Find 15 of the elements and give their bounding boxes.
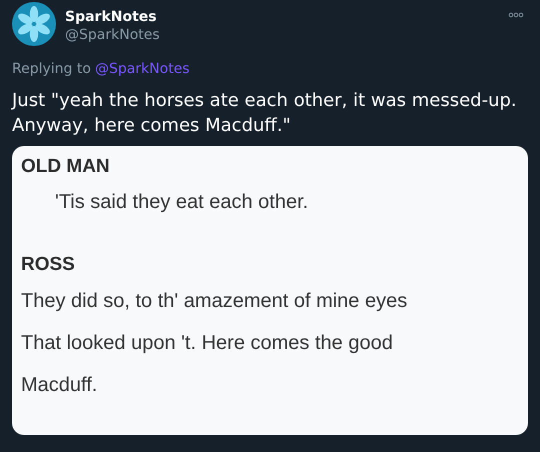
verse-line: Macduff. — [21, 373, 98, 398]
mention-link[interactable]: @SparkNotes — [94, 61, 190, 77]
verse-line: 'Tis said they eat each other. — [54, 190, 310, 215]
image-card[interactable]: OLD MAN 'Tis said they eat each other. ROSS They did so, to th' amazement of mine eyes That looked upon 't. Here comes the good Macduff. — [12, 146, 528, 435]
speaker-name: ROSS — [21, 253, 76, 277]
author-name[interactable]: SparkNotes — [65, 8, 508, 26]
speaker-name: OLD MAN — [21, 155, 111, 179]
replying-label: Replying to — [12, 61, 91, 77]
more-icon[interactable] — [508, 12, 524, 18]
verse-line: That looked upon 't. Here comes the good — [21, 331, 394, 356]
verse-line: They did so, to th' amazement of mine eyes — [21, 289, 408, 314]
author-handle[interactable]: @SparkNotes — [65, 26, 508, 44]
tweet-text: Anyway, here comes Macduff." — [12, 114, 292, 138]
avatar-icon[interactable] — [12, 2, 56, 46]
tweet-text: Just "yeah the horses ate each other, it was messed-up. — [12, 89, 518, 113]
